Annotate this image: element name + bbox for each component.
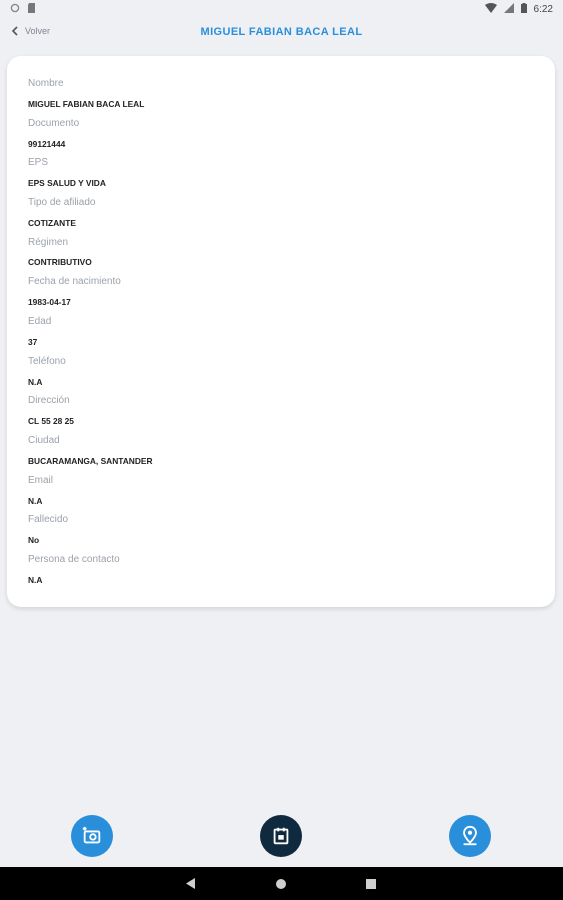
field-value-nombre: MIGUEL FABIAN BACA LEAL	[28, 99, 145, 109]
field-value-fallecido: No	[28, 535, 40, 545]
field-label-documento: Documento	[28, 118, 80, 129]
field-label-persona-contacto: Persona de contacto	[28, 554, 120, 565]
field-value-telefono: N.A	[28, 377, 43, 387]
field-value-edad: 37	[28, 337, 38, 347]
recents-square-icon	[366, 878, 376, 889]
add-photo-icon	[82, 826, 101, 844]
field-label-eps: EPS	[28, 157, 49, 168]
field-label-ciudad: Ciudad	[28, 435, 60, 446]
wifi-icon	[484, 3, 497, 16]
header: Volver MIGUEL FABIAN BACA LEAL	[0, 19, 563, 49]
add-photo-button[interactable]	[71, 815, 113, 857]
field-value-eps: EPS SALUD Y VIDA	[28, 178, 106, 188]
nav-back-button[interactable]	[171, 867, 211, 900]
battery-icon	[520, 3, 527, 16]
field-label-regimen: Régimen	[28, 237, 69, 248]
field-label-email: Email	[28, 475, 54, 486]
field-label-edad: Edad	[28, 316, 52, 327]
field-value-ciudad: BUCARAMANGA, SANTANDER	[28, 456, 153, 466]
field-value-fecha-nacimiento: 1983-04-17	[28, 297, 71, 307]
signal-icon	[503, 3, 514, 16]
field-label-tipo-afiliado: Tipo de afiliado	[28, 197, 96, 208]
system-navigation-bar	[0, 867, 563, 900]
field-value-direccion: CL 55 28 25	[28, 416, 74, 426]
field-value-regimen: CONTRIBUTIVO	[28, 257, 92, 267]
back-triangle-icon	[186, 878, 195, 889]
field-label-fallecido: Fallecido	[28, 514, 69, 525]
calendar-icon	[273, 827, 289, 845]
notification-icon	[10, 3, 20, 16]
field-value-tipo-afiliado: COTIZANTE	[28, 218, 76, 228]
bottom-action-bar	[0, 814, 563, 858]
field-value-persona-contacto: N.A	[28, 575, 43, 585]
nav-recents-button[interactable]	[351, 867, 391, 900]
home-circle-icon	[276, 878, 286, 889]
nav-home-button[interactable]	[261, 867, 301, 900]
page-title: MIGUEL FABIAN BACA LEAL	[200, 26, 363, 38]
location-pin-icon	[463, 825, 477, 846]
location-button[interactable]	[449, 815, 491, 857]
field-label-nombre: Nombre	[28, 78, 64, 89]
field-label-direccion: Dirección	[28, 395, 70, 406]
status-time: 6:22	[533, 4, 553, 15]
field-value-email: N.A	[28, 496, 43, 506]
field-label-fecha-nacimiento: Fecha de nacimiento	[28, 276, 121, 287]
calendar-button[interactable]	[260, 815, 302, 857]
field-label-telefono: Teléfono	[28, 356, 66, 367]
sd-card-icon	[27, 3, 36, 16]
status-bar: 6:22	[0, 0, 563, 19]
field-value-documento: 99121444	[28, 139, 66, 149]
patient-detail-card: Nombre MIGUEL FABIAN BACA LEAL Documento…	[7, 56, 555, 607]
